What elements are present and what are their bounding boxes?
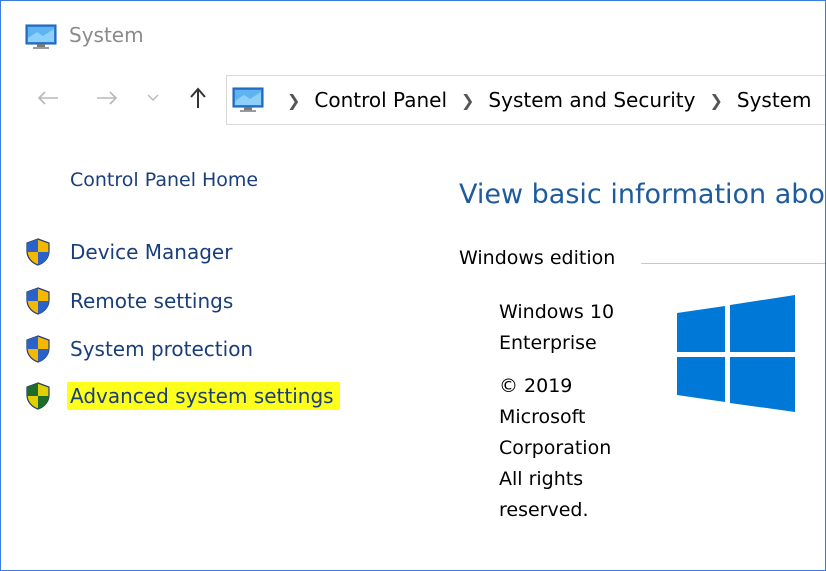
arrow-up-icon [190,87,206,108]
sidebar-item-label: Advanced system settings [67,382,340,410]
chevron-right-icon[interactable]: ❯ [461,91,474,110]
copyright-line: Corporation [499,437,612,459]
sidebar-item-label: Device Manager [70,240,233,264]
chevron-right-icon[interactable]: ❯ [287,91,300,110]
recent-locations-button[interactable] [143,83,163,113]
copyright-line: Microsoft [499,406,586,428]
title-bar: System [1,1,825,51]
chevron-down-icon [147,94,159,101]
navigation-bar: ❯ Control Panel ❯ System and Security ❯ … [1,73,825,127]
uac-shield-icon [26,287,50,315]
copyright-line: reserved. [499,499,589,521]
arrow-left-icon [37,91,58,105]
computer-monitor-icon [231,87,265,113]
sidebar-item-system-protection[interactable]: System protection [25,332,253,366]
system-window: System ❯ Control Panel ❯ System and Secu… [0,0,826,571]
uac-shield-icon [26,335,50,363]
breadcrumb-control-panel[interactable]: Control Panel [314,88,447,112]
copyright-text: © 2019 Microsoft Corporation All rights … [499,371,679,526]
uac-shield-icon [26,382,50,410]
window-title: System [69,23,144,47]
copyright-line: © 2019 [499,375,573,397]
control-panel-home-link[interactable]: Control Panel Home [70,169,258,191]
chevron-right-icon[interactable]: ❯ [709,91,722,110]
section-divider [641,263,825,264]
edition-line: Windows 10 [499,301,615,323]
forward-button[interactable] [92,83,122,113]
address-bar[interactable]: ❯ Control Panel ❯ System and Security ❯ … [226,75,825,125]
sidebar-item-advanced-system-settings[interactable]: Advanced system settings [25,379,340,413]
windows-logo-icon [677,295,797,417]
breadcrumb-system-and-security[interactable]: System and Security [488,88,695,112]
back-button[interactable] [33,83,63,113]
breadcrumb-system[interactable]: System [737,88,812,112]
windows-edition-text: Windows 10 Enterprise [499,297,679,359]
sidebar-item-label: Remote settings [70,289,234,313]
section-label: Windows edition [459,247,616,269]
uac-shield-icon [26,238,50,266]
sidebar-item-label: System protection [70,337,254,361]
sidebar-item-device-manager[interactable]: Device Manager [25,235,232,269]
edition-line: Enterprise [499,332,597,354]
page-heading: View basic information about your comput… [459,179,825,210]
copyright-line: All rights [499,468,584,490]
arrow-right-icon [97,91,118,105]
computer-monitor-icon [25,24,57,54]
sidebar-item-remote-settings[interactable]: Remote settings [25,284,233,318]
up-button[interactable] [183,83,213,113]
